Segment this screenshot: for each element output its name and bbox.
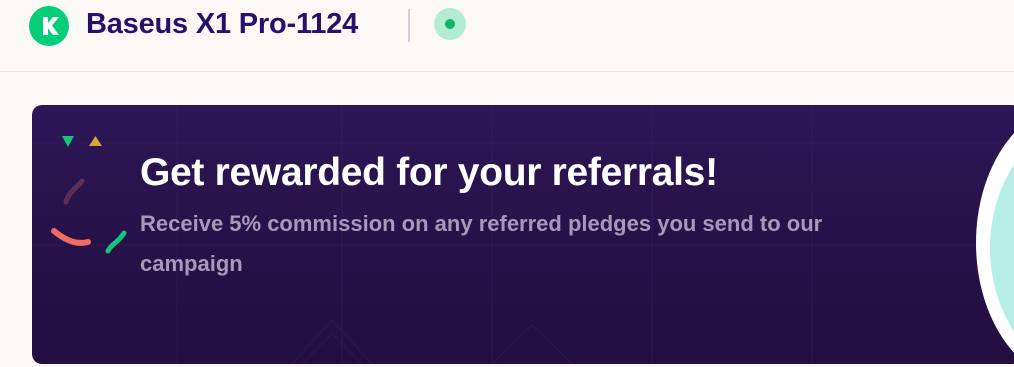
live-status-indicator bbox=[434, 8, 466, 40]
project-header: Baseus X1 Pro-1124 bbox=[0, 0, 1014, 72]
project-title: Baseus X1 Pro-1124 bbox=[86, 8, 359, 40]
kickstarter-logo-icon[interactable] bbox=[29, 6, 69, 46]
referral-banner: Get rewarded for your referrals! Receive… bbox=[32, 105, 1014, 364]
status-dot-icon bbox=[445, 19, 455, 29]
confetti-icon bbox=[51, 136, 127, 254]
banner-heading: Get rewarded for your referrals! bbox=[140, 151, 718, 194]
banner-subtext: Receive 5% commission on any referred pl… bbox=[140, 211, 823, 276]
header-divider bbox=[408, 9, 410, 42]
